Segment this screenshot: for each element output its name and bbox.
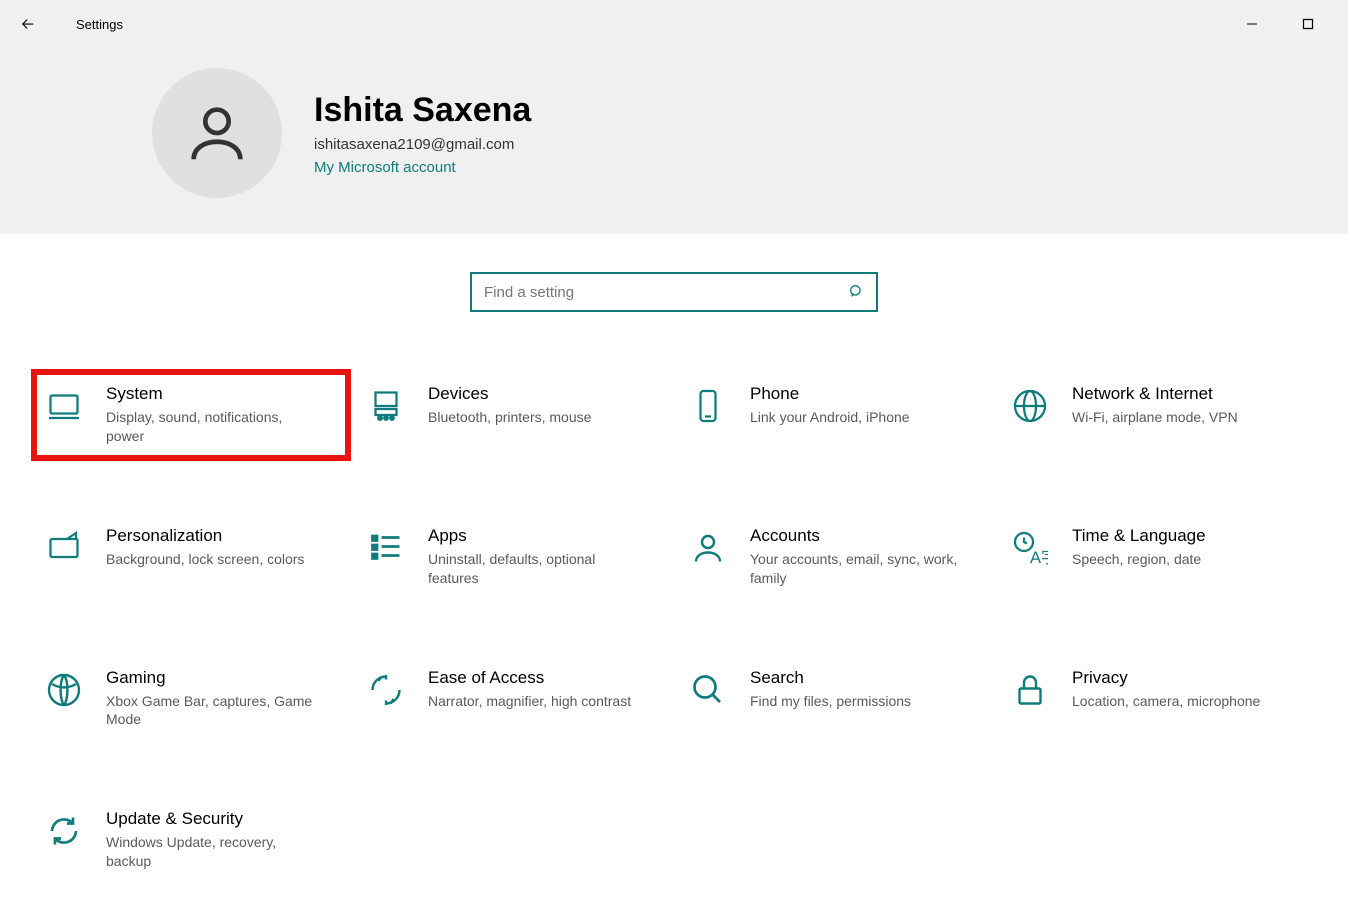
tile-title: Devices <box>428 384 591 404</box>
tile-title: Phone <box>750 384 910 404</box>
user-info: Ishita Saxena ishitasaxena2109@gmail.com… <box>314 91 531 176</box>
tile-privacy[interactable]: Privacy Location, camera, microphone <box>1000 656 1314 742</box>
tile-title: Ease of Access <box>428 668 631 688</box>
person-icon <box>686 526 730 570</box>
gaming-icon <box>42 668 86 712</box>
globe-icon <box>1008 384 1052 428</box>
tile-personalization[interactable]: Personalization Background, lock screen,… <box>34 514 348 600</box>
tile-desc: Your accounts, email, sync, work, family <box>750 550 960 588</box>
tile-title: Accounts <box>750 526 960 546</box>
minimize-button[interactable] <box>1236 8 1268 40</box>
avatar[interactable] <box>152 68 282 198</box>
time-lang-icon: A字 <box>1008 526 1052 570</box>
tile-desc: Xbox Game Bar, captures, Game Mode <box>106 692 316 730</box>
tile-desc: Background, lock screen, colors <box>106 550 304 569</box>
devices-icon <box>364 384 408 428</box>
tile-network[interactable]: Network & Internet Wi-Fi, airplane mode,… <box>1000 372 1314 458</box>
tile-devices[interactable]: Devices Bluetooth, printers, mouse <box>356 372 670 458</box>
tile-title: Search <box>750 668 911 688</box>
settings-grid: System Display, sound, notifications, po… <box>0 372 1348 883</box>
tile-desc: Speech, region, date <box>1072 550 1206 569</box>
update-icon <box>42 809 86 853</box>
tile-ease-of-access[interactable]: Ease of Access Narrator, magnifier, high… <box>356 656 670 742</box>
tile-apps[interactable]: Apps Uninstall, defaults, optional featu… <box>356 514 670 600</box>
window-controls <box>1236 8 1340 40</box>
tile-title: Gaming <box>106 668 316 688</box>
tile-accounts[interactable]: Accounts Your accounts, email, sync, wor… <box>678 514 992 600</box>
tile-desc: Display, sound, notifications, power <box>106 408 316 446</box>
window-title: Settings <box>76 17 123 32</box>
tile-title: Network & Internet <box>1072 384 1238 404</box>
tile-title: Privacy <box>1072 668 1260 688</box>
tile-desc: Uninstall, defaults, optional features <box>428 550 638 588</box>
search-tile-icon <box>686 668 730 712</box>
search-icon <box>848 283 866 301</box>
tile-title: Apps <box>428 526 638 546</box>
search-wrap <box>0 234 1348 372</box>
tile-system[interactable]: System Display, sound, notifications, po… <box>34 372 348 458</box>
tile-update-security[interactable]: Update & Security Windows Update, recove… <box>34 797 348 883</box>
search-box[interactable] <box>470 272 878 312</box>
tile-desc: Link your Android, iPhone <box>750 408 910 427</box>
user-name: Ishita Saxena <box>314 91 531 130</box>
ease-icon <box>364 668 408 712</box>
tile-time-language[interactable]: A字 Time & Language Speech, region, date <box>1000 514 1314 600</box>
user-email: ishitasaxena2109@gmail.com <box>314 136 531 153</box>
phone-icon <box>686 384 730 428</box>
tile-desc: Bluetooth, printers, mouse <box>428 408 591 427</box>
svg-text:A字: A字 <box>1030 548 1048 566</box>
tile-title: System <box>106 384 316 404</box>
microsoft-account-link[interactable]: My Microsoft account <box>314 159 531 176</box>
titlebar: Settings <box>0 0 1348 48</box>
tile-gaming[interactable]: Gaming Xbox Game Bar, captures, Game Mod… <box>34 656 348 742</box>
tile-desc: Wi-Fi, airplane mode, VPN <box>1072 408 1238 427</box>
tile-title: Update & Security <box>106 809 316 829</box>
tile-phone[interactable]: Phone Link your Android, iPhone <box>678 372 992 458</box>
maximize-button[interactable] <box>1292 8 1324 40</box>
search-input[interactable] <box>484 284 848 301</box>
back-button[interactable] <box>8 4 48 44</box>
account-header: Ishita Saxena ishitasaxena2109@gmail.com… <box>0 48 1348 234</box>
tile-desc: Narrator, magnifier, high contrast <box>428 692 631 711</box>
system-icon <box>42 384 86 428</box>
tile-title: Time & Language <box>1072 526 1206 546</box>
tile-desc: Location, camera, microphone <box>1072 692 1260 711</box>
apps-icon <box>364 526 408 570</box>
tile-title: Personalization <box>106 526 304 546</box>
tile-desc: Find my files, permissions <box>750 692 911 711</box>
lock-icon <box>1008 668 1052 712</box>
paint-icon <box>42 526 86 570</box>
tile-search[interactable]: Search Find my files, permissions <box>678 656 992 742</box>
tile-desc: Windows Update, recovery, backup <box>106 833 316 871</box>
